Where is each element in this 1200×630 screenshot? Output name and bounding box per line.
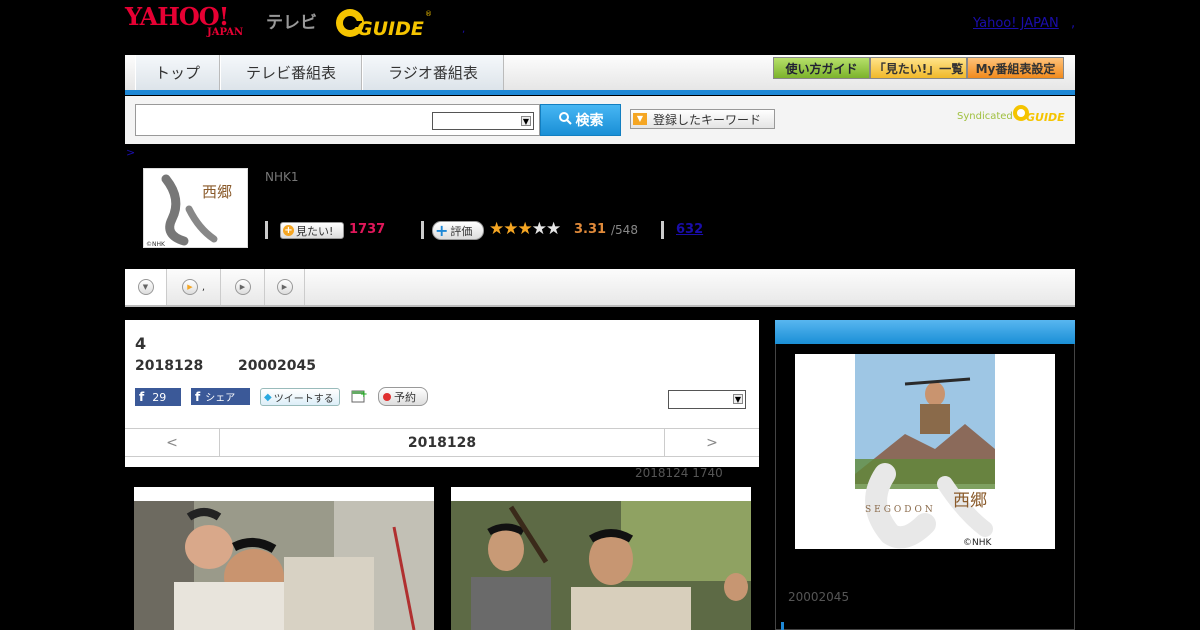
- channel-name: NHK1: [265, 170, 299, 184]
- plus-icon: +: [435, 220, 449, 240]
- svg-text:+: +: [360, 390, 367, 400]
- nav-tab-radio-schedule[interactable]: ラジオ番組表: [362, 55, 504, 90]
- registered-keyword-label: 登録したキーワード: [653, 112, 762, 127]
- chevron-down-icon: ▼: [137, 279, 154, 295]
- guide-button[interactable]: 使い方ガイド: [773, 57, 870, 79]
- prev-date-button[interactable]: <: [125, 429, 220, 456]
- plus-icon: +: [283, 225, 294, 236]
- current-date: 2018128: [407, 434, 477, 451]
- tweet-button[interactable]: ◆ ツイートする: [260, 388, 340, 406]
- poster-subtitle: SEGODON: [865, 505, 936, 515]
- svg-text:®: ®: [425, 10, 431, 18]
- facebook-like-count[interactable]: f 29: [135, 388, 181, 406]
- my-schedule-settings-button[interactable]: My番組表設定: [967, 57, 1064, 79]
- thumbnail-title: 西郷: [202, 183, 232, 201]
- star-empty-icon: ★: [546, 219, 561, 239]
- breadcrumb[interactable]: >: [126, 146, 135, 159]
- divider: [661, 221, 664, 239]
- mitai-label: 見たい!: [296, 224, 334, 238]
- registered-keyword-button[interactable]: ▼ 登録したキーワード: [630, 109, 775, 129]
- twitter-bird-icon: ◆: [264, 391, 272, 403]
- episode-time: 20002045: [238, 358, 316, 374]
- fb-count-value: 29: [152, 390, 167, 404]
- play-icon: ▶: [181, 279, 198, 295]
- search-category-select[interactable]: ▼: [432, 112, 534, 130]
- dropdown-arrow-icon: ▼: [633, 113, 647, 125]
- program-poster[interactable]: 西郷 SEGODON ©NHK: [795, 354, 1055, 549]
- thumbnail-copyright: ©NHK: [146, 241, 166, 248]
- play-icon: ▶: [276, 279, 293, 295]
- tab-collapse[interactable]: ▼: [125, 269, 167, 305]
- calendar-add-icon[interactable]: +: [351, 388, 368, 404]
- play-icon: ▶: [234, 279, 251, 295]
- divider: [265, 221, 268, 239]
- yahoo-logo[interactable]: YAHOO!: [125, 5, 229, 29]
- episode-tabstrip: ▼ ▶ , ▶ ▶: [125, 269, 1075, 307]
- header-dot: ,: [1071, 16, 1076, 31]
- rate-button[interactable]: + 評価: [432, 221, 484, 240]
- main-nav: トップ テレビ番組表 ラジオ番組表 使い方ガイド 「見たい!」一覧 My番組表設…: [125, 55, 1075, 95]
- episode-select[interactable]: ▼: [668, 390, 746, 409]
- rating-total: /548: [611, 223, 638, 237]
- episode-number: 4: [135, 334, 147, 353]
- tab-episode[interactable]: ▶ ,: [167, 269, 221, 305]
- svg-text:GUIDE: GUIDE: [1026, 111, 1065, 124]
- share-label: シェア: [205, 393, 236, 404]
- facebook-icon: f: [195, 389, 201, 404]
- rating-stars: ★★★★★: [489, 219, 561, 239]
- star-empty-icon: ★: [531, 219, 547, 239]
- poster-title: 西郷: [953, 491, 987, 511]
- tab-label: ,: [201, 281, 206, 293]
- svg-text:GUIDE: GUIDE: [357, 18, 424, 40]
- rating-value: 3.31: [574, 222, 607, 237]
- reserve-button[interactable]: 予約: [378, 387, 428, 406]
- update-timestamp: 2018124 1740: [635, 466, 723, 480]
- divider: [421, 221, 424, 239]
- star-icon: ★: [489, 219, 504, 239]
- facebook-icon: f: [139, 390, 145, 404]
- star-icon: ★: [503, 219, 518, 239]
- gguide-small-logo: GUIDE: [1012, 102, 1068, 124]
- nav-tab-top[interactable]: トップ: [135, 55, 220, 90]
- gguide-logo[interactable]: GUIDE ®: [335, 6, 432, 40]
- search-button[interactable]: 検索: [540, 104, 621, 136]
- chevron-down-icon: ▼: [521, 116, 531, 126]
- date-navigation: < 2018128 >: [125, 428, 759, 457]
- mitai-count: 1737: [349, 222, 386, 237]
- side-panel-time: 20002045: [788, 590, 850, 604]
- episode-photo[interactable]: [134, 487, 434, 630]
- mitai-list-button[interactable]: 「見たい!」一覧: [870, 57, 967, 79]
- syndicated-label: Syndicated: [957, 111, 1013, 122]
- record-dot-icon: [383, 392, 391, 401]
- side-panel-header: [775, 320, 1075, 344]
- reserve-label: 予約: [394, 390, 416, 404]
- program-thumbnail: 西郷 ©NHK: [143, 168, 248, 248]
- mitai-button[interactable]: + 見たい!: [280, 222, 344, 239]
- episode-photo[interactable]: [451, 487, 751, 630]
- yahoo-japan-logo-text: JAPAN: [207, 27, 244, 38]
- review-count-link[interactable]: 632: [676, 222, 703, 237]
- episode-date: 2018128: [135, 358, 204, 374]
- search-button-label: 検索: [575, 113, 604, 129]
- search-icon: [558, 111, 572, 129]
- rate-label: 評価: [450, 224, 473, 238]
- nav-tab-tv-schedule[interactable]: テレビ番組表: [220, 55, 362, 90]
- blue-marker: [781, 622, 784, 630]
- tab-more[interactable]: ▶: [265, 269, 305, 305]
- facebook-share-button[interactable]: f シェア: [191, 388, 250, 405]
- tweet-label: ツイートする: [273, 393, 334, 405]
- header-separator: ,: [462, 24, 466, 35]
- yahoo-japan-link[interactable]: Yahoo! JAPAN: [973, 16, 1059, 31]
- chevron-down-icon: ▼: [733, 394, 743, 404]
- star-icon: ★: [517, 219, 533, 239]
- tab-next[interactable]: ▶: [221, 269, 265, 305]
- poster-copyright: ©NHK: [963, 538, 993, 548]
- next-date-button[interactable]: >: [664, 429, 759, 456]
- tv-logo-text[interactable]: テレビ: [266, 8, 317, 33]
